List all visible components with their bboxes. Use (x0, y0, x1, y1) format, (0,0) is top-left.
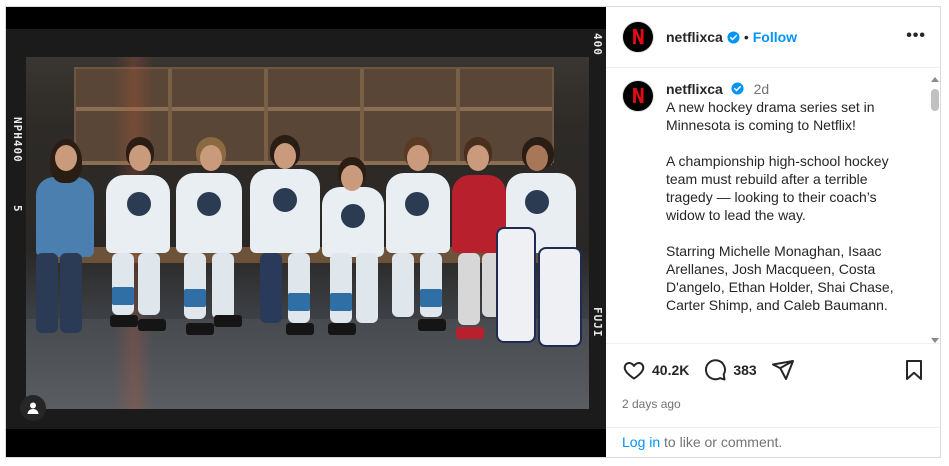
header-username[interactable]: netflixca (666, 29, 723, 45)
action-bar: 40.2K 383 2 days ago (606, 343, 940, 427)
film-top-code: 400 (591, 33, 604, 56)
caption-time[interactable]: 2d (754, 81, 770, 97)
person-icon (27, 402, 39, 414)
post-media[interactable]: 400 NPH400 5 FUJI NPH400 (6, 7, 606, 457)
verified-badge-icon (731, 82, 744, 95)
post-header: N netflixca • Follow ••• (606, 7, 940, 68)
tagged-users-button[interactable] (20, 395, 46, 421)
heart-icon (623, 362, 645, 380)
film-left-code: NPH400 (11, 117, 24, 163)
netflix-logo-icon: N (631, 84, 645, 108)
header-separator: • (743, 29, 749, 45)
bookmark-icon (906, 360, 922, 380)
team-photo (26, 57, 589, 409)
more-options-icon[interactable]: ••• (906, 27, 926, 45)
comment-icon (705, 359, 727, 381)
post-modal: 400 NPH400 5 FUJI NPH400 (5, 6, 941, 458)
share-button[interactable] (771, 358, 795, 382)
caption-scrollbar[interactable] (930, 75, 940, 345)
caption-paragraph: Starring Michelle Monaghan, Isaac Arella… (666, 243, 894, 313)
login-prompt: Log in to like or comment. (606, 427, 940, 457)
like-button[interactable]: 40.2K (622, 358, 689, 382)
film-left-frame: 5 (11, 205, 24, 213)
caption-paragraph: A new hockey drama series set in Minneso… (666, 99, 875, 133)
coach-figure (36, 177, 94, 257)
caption-area: N netflixca 2d A new hockey drama series… (606, 68, 940, 343)
verified-badge-icon (727, 30, 740, 44)
netflix-logo-icon: N (631, 25, 645, 49)
scroll-thumb[interactable] (931, 89, 939, 111)
like-count: 40.2K (652, 362, 690, 378)
follow-button[interactable]: Follow (753, 29, 797, 45)
caption-avatar[interactable]: N (622, 80, 654, 112)
login-prompt-text: to like or comment. (660, 434, 783, 450)
login-link[interactable]: Log in (622, 434, 660, 450)
save-button[interactable] (902, 358, 926, 387)
comment-button[interactable]: 383 (703, 358, 757, 382)
caption-paragraph: A championship high-school hockey team m… (666, 153, 889, 223)
caption-text: A new hockey drama series set in Minneso… (666, 98, 914, 314)
comment-count: 383 (733, 362, 757, 378)
avatar[interactable]: N (622, 21, 654, 53)
posted-time[interactable]: 2 days ago (622, 397, 681, 411)
scroll-up-arrow-icon[interactable] (931, 77, 939, 82)
post-side-panel: N netflixca • Follow ••• N netflixca 2d … (606, 7, 940, 457)
caption-username[interactable]: netflixca (666, 81, 723, 97)
share-icon (771, 360, 794, 380)
